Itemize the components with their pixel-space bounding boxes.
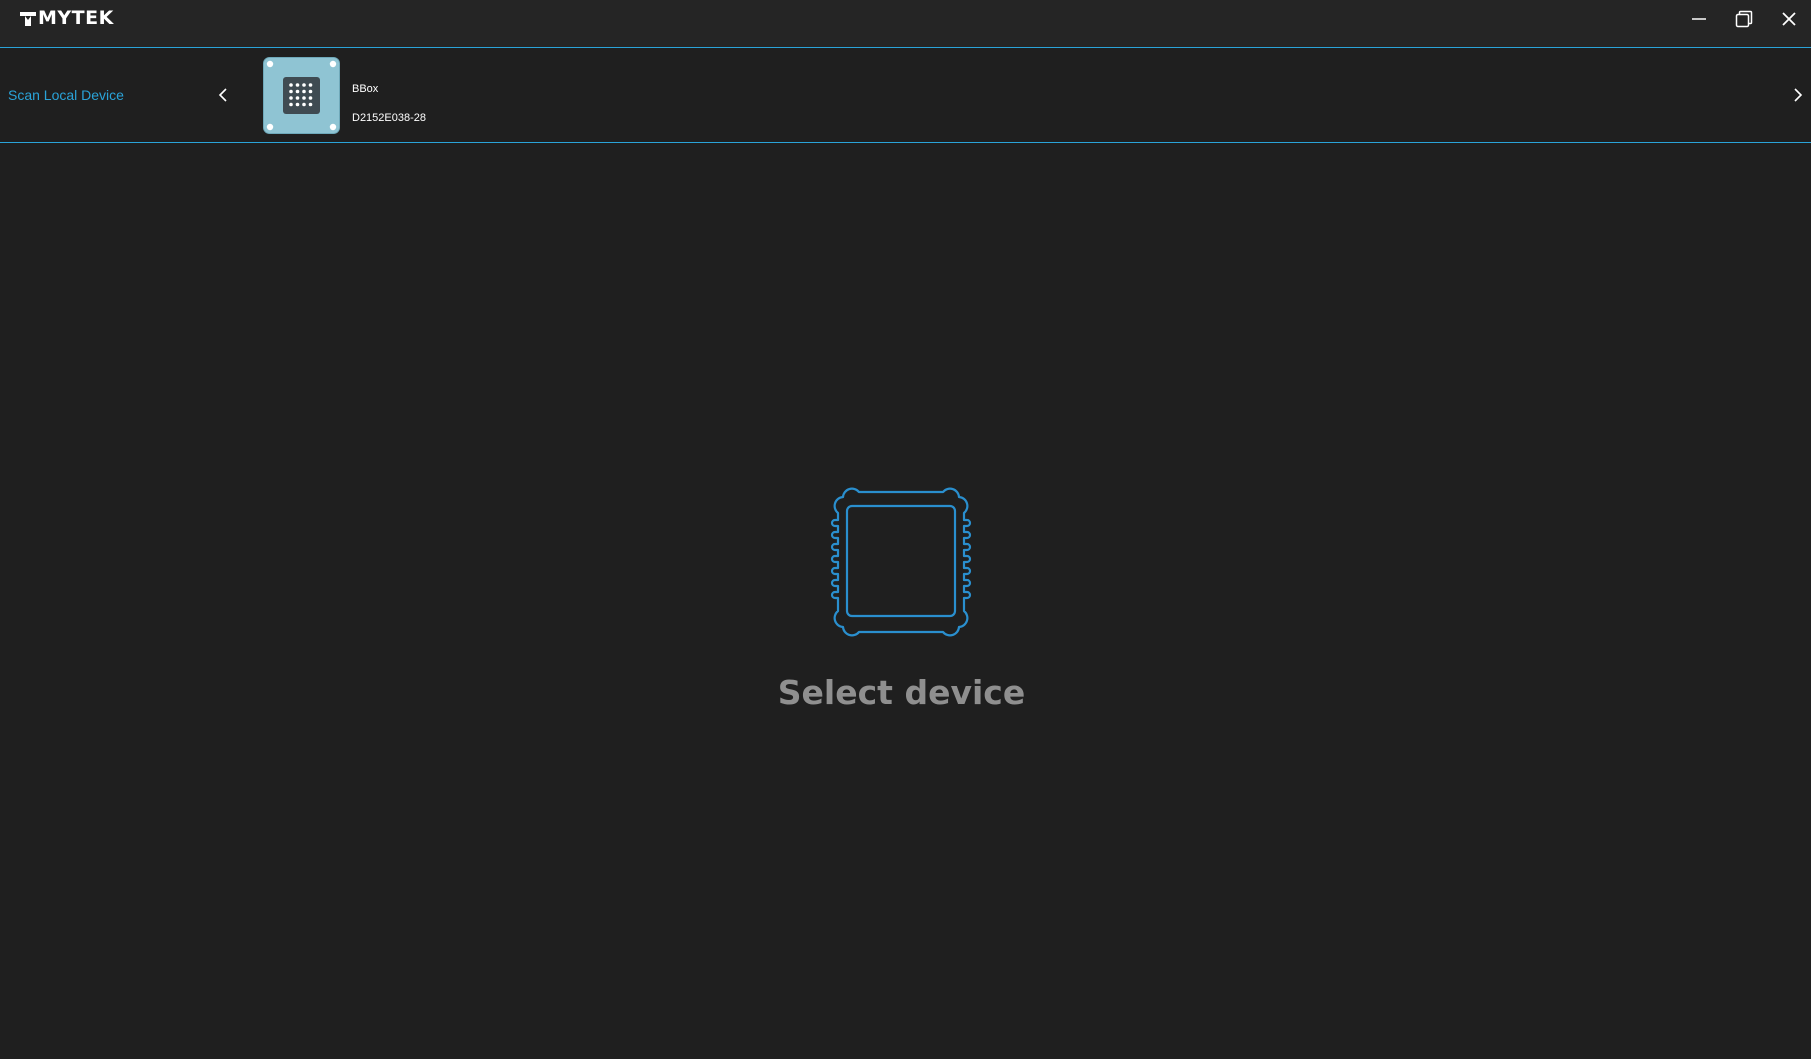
minimize-icon bbox=[1691, 17, 1706, 20]
minimize-button[interactable] bbox=[1676, 0, 1721, 37]
next-device-button[interactable] bbox=[1788, 83, 1808, 107]
chevron-left-icon bbox=[218, 88, 227, 102]
select-device-message: Select device bbox=[777, 673, 1026, 712]
empty-state: Select device bbox=[0, 143, 1811, 1059]
device-card[interactable]: BBox D2152E038-28 bbox=[263, 57, 463, 134]
app-window: MYTEK Scan Local Device BBox D2152E038-2… bbox=[0, 0, 1811, 1059]
close-button[interactable] bbox=[1766, 0, 1811, 37]
chevron-right-icon bbox=[1794, 88, 1803, 102]
window-controls bbox=[1676, 0, 1811, 37]
mytek-logo-icon bbox=[20, 12, 36, 26]
scan-local-device-link[interactable]: Scan Local Device bbox=[8, 86, 124, 104]
title-bar: MYTEK bbox=[0, 0, 1811, 48]
brand-name: MYTEK bbox=[38, 7, 114, 29]
restore-button[interactable] bbox=[1721, 0, 1766, 37]
brand-logo: MYTEK bbox=[19, 8, 114, 28]
close-icon bbox=[1781, 11, 1796, 26]
device-thumbnail-icon bbox=[263, 57, 340, 134]
previous-device-button[interactable] bbox=[213, 83, 233, 107]
restore-icon bbox=[1735, 10, 1752, 27]
chip-icon bbox=[830, 487, 972, 637]
device-serial: D2152E038-28 bbox=[352, 112, 427, 124]
device-name: BBox bbox=[352, 83, 379, 95]
device-bar: Scan Local Device BBox D2152E038-28 bbox=[0, 48, 1811, 143]
